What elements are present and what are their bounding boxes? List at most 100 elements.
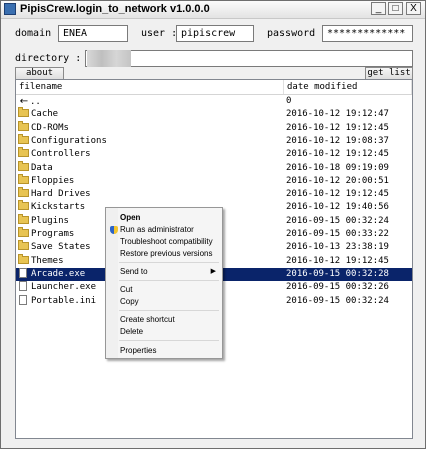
table-row[interactable]: Hard Drives 2016-10-12 19:12:45	[16, 187, 412, 201]
filename-text: Data	[31, 162, 53, 173]
domain-label: domain :	[15, 28, 64, 39]
filename-text: Plugins	[31, 215, 69, 226]
shield-icon	[110, 226, 118, 234]
filename-cell: Cache	[18, 107, 59, 121]
title-bar[interactable]: PipisCrew.login_to_network v1.0.0.0 _ □ …	[1, 1, 425, 19]
filename-text: Programs	[31, 229, 75, 239]
directory-field[interactable]	[85, 50, 413, 67]
filename-cell: Save States	[18, 240, 91, 254]
menu-item-label: Delete	[120, 327, 144, 336]
date-modified-cell: 2016-09-15 00:32:26	[286, 282, 389, 293]
filename-text: Themes	[31, 255, 64, 266]
date-modified-cell: 2016-10-18 09:19:09	[286, 162, 389, 173]
domain-field[interactable]: ENEA	[58, 25, 128, 42]
filename-text: Launcher.exe	[31, 282, 97, 293]
menu-item-properties[interactable]: Properties	[107, 345, 221, 356]
user-field[interactable]: pipiscrew	[176, 25, 254, 42]
redacted-path	[87, 50, 131, 67]
menu-item-open[interactable]: Open	[107, 212, 221, 223]
date-modified-cell: 2016-10-12 19:12:45	[286, 149, 389, 160]
password-label: password :	[267, 28, 328, 39]
table-row[interactable]: CD-ROMs 2016-10-12 19:12:45	[16, 120, 412, 135]
filename-text: Cache	[31, 109, 59, 120]
filename-cell: ←..	[18, 95, 41, 108]
menu-item-label: Run as administrator	[120, 225, 194, 234]
menu-separator	[119, 310, 219, 311]
date-modified-cell: 2016-10-12 19:12:45	[286, 122, 389, 133]
date-modified-cell: 2016-10-12 20:00:51	[286, 175, 389, 186]
filename-cell: Plugins	[18, 213, 69, 228]
menu-item-cut[interactable]: Cut	[107, 284, 221, 295]
filename-text: CD-ROMs	[31, 122, 69, 133]
date-modified-cell: 2016-10-12 19:08:37	[286, 135, 389, 146]
user-label: user :	[141, 28, 178, 39]
menu-item-restore-previous-versions[interactable]: Restore previous versions	[107, 248, 221, 259]
date-modified-cell: 2016-09-15 00:32:28	[286, 268, 389, 279]
menu-item-create-shortcut[interactable]: Create shortcut	[107, 314, 221, 325]
filename-cell: CD-ROMs	[18, 120, 69, 135]
menu-item-label: Open	[120, 213, 141, 222]
column-header-date-modified[interactable]: date modified	[284, 80, 412, 94]
filename-text: Kickstarts	[31, 202, 86, 213]
folder-icon	[18, 253, 29, 264]
folder-icon	[18, 107, 29, 118]
table-row[interactable]: Controllers 2016-10-12 19:12:45	[16, 147, 412, 161]
menu-item-run-as-administrator[interactable]: Run as administrator	[107, 224, 221, 235]
folder-icon	[18, 120, 29, 131]
filename-cell: Arcade.exe	[18, 267, 86, 281]
app-icon	[4, 3, 16, 15]
folder-icon	[18, 173, 29, 184]
date-modified-cell: 2016-10-12 19:12:47	[286, 109, 389, 120]
back-arrow-icon: ←	[19, 96, 29, 107]
date-modified-cell: 2016-09-15 00:33:22	[286, 229, 389, 239]
submenu-arrow-icon: ▶	[210, 268, 216, 275]
menu-item-delete[interactable]: Delete	[107, 326, 221, 337]
menu-item-send-to[interactable]: Send to ▶	[107, 266, 221, 277]
filename-text: Floppies	[31, 175, 75, 186]
folder-icon	[18, 187, 29, 198]
menu-item-label: Send to	[120, 267, 148, 276]
menu-item-copy[interactable]: Copy	[107, 296, 221, 307]
table-row[interactable]: Data 2016-10-18 09:19:09	[16, 160, 412, 175]
filename-text: Controllers	[31, 149, 91, 160]
date-modified-cell: 2016-10-12 19:40:56	[286, 202, 389, 213]
close-button[interactable]: X	[406, 2, 421, 15]
filename-text: Configurations	[31, 135, 107, 146]
filename-cell: Launcher.exe	[18, 281, 96, 294]
filename-cell: Portable.ini	[18, 294, 96, 308]
filename-cell: Data	[18, 160, 53, 175]
filename-text: Hard Drives	[31, 189, 91, 200]
menu-item-label: Cut	[120, 285, 133, 294]
menu-item-label: Properties	[120, 346, 157, 355]
table-row[interactable]: Cache 2016-10-12 19:12:47	[16, 107, 412, 121]
date-modified-cell: 2016-09-15 00:32:24	[286, 215, 389, 226]
menu-item-label: Create shortcut	[120, 315, 175, 324]
folder-icon	[18, 227, 29, 237]
filename-cell: Kickstarts	[18, 200, 86, 214]
filename-cell: Hard Drives	[18, 187, 91, 201]
menu-item-label: Copy	[120, 297, 139, 306]
folder-icon	[18, 200, 29, 211]
filename-text: Arcade.exe	[31, 268, 86, 279]
table-row[interactable]: ←.. 0	[16, 95, 412, 108]
date-modified-cell: 2016-10-12 19:12:45	[286, 255, 389, 266]
date-modified-cell: 2016-10-13 23:38:19	[286, 242, 389, 253]
filename-cell: Programs	[18, 227, 75, 241]
directory-label: directory :	[15, 53, 82, 64]
menu-item-label: Troubleshoot compatibility	[120, 237, 213, 246]
table-row[interactable]: Floppies 2016-10-12 20:00:51	[16, 173, 412, 188]
column-header-filename[interactable]: filename	[16, 80, 284, 94]
minimize-button[interactable]: _	[371, 2, 386, 15]
file-icon	[19, 267, 27, 278]
file-icon	[19, 294, 27, 305]
folder-icon	[18, 160, 29, 171]
file-icon	[19, 281, 27, 292]
filename-cell: Controllers	[18, 147, 91, 161]
maximize-button[interactable]: □	[388, 2, 403, 15]
table-row[interactable]: Configurations 2016-10-12 19:08:37	[16, 133, 412, 148]
menu-item-troubleshoot-compatibility[interactable]: Troubleshoot compatibility	[107, 236, 221, 247]
password-field[interactable]: *************	[322, 25, 413, 42]
filename-cell: Floppies	[18, 173, 75, 188]
list-header: filename date modified	[16, 80, 412, 95]
menu-item-label: Restore previous versions	[120, 249, 213, 258]
